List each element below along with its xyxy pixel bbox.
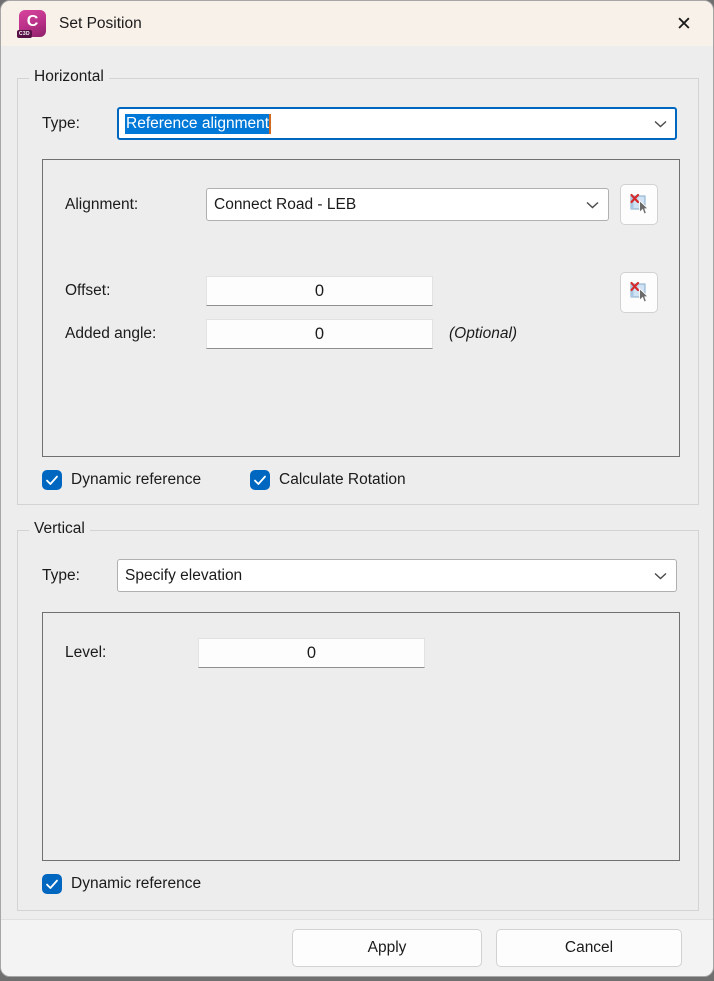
horizontal-group: Horizontal Type: Reference alignment Ali… xyxy=(17,78,699,505)
calculate-rotation-checkbox[interactable]: Calculate Rotation xyxy=(250,470,406,490)
chevron-down-icon xyxy=(586,201,599,209)
close-icon[interactable]: ✕ xyxy=(669,9,699,39)
level-label: Level: xyxy=(65,638,106,668)
vertical-type-combobox[interactable]: Specify elevation xyxy=(117,559,677,592)
checkbox-checked-icon xyxy=(250,470,270,490)
vertical-type-label: Type: xyxy=(42,559,80,592)
horizontal-type-label: Type: xyxy=(42,107,80,140)
set-position-dialog: C C3D Set Position ✕ Horizontal Type: Re… xyxy=(0,0,714,977)
offset-label: Offset: xyxy=(65,276,110,306)
added-angle-label: Added angle: xyxy=(65,319,156,349)
alignment-pick-button[interactable] xyxy=(620,184,658,225)
vertical-dynamic-reference-checkbox[interactable]: Dynamic reference xyxy=(42,874,201,894)
horizontal-panel: Alignment: Connect Road - LEB Offset: xyxy=(42,159,680,457)
alignment-combobox[interactable]: Connect Road - LEB xyxy=(206,188,609,221)
horizontal-dynamic-reference-checkbox[interactable]: Dynamic reference xyxy=(42,470,201,490)
app-icon-letter: C xyxy=(27,14,39,30)
offset-input[interactable] xyxy=(206,276,433,306)
pick-in-drawing-icon xyxy=(628,281,650,305)
civil3d-app-icon: C C3D xyxy=(19,10,46,37)
vertical-type-value: Specify elevation xyxy=(125,567,242,585)
checkbox-checked-icon xyxy=(42,874,62,894)
footer-button-bar: Apply Cancel xyxy=(1,919,713,976)
cancel-button[interactable]: Cancel xyxy=(496,929,682,967)
pick-in-drawing-icon xyxy=(628,193,650,217)
added-angle-input[interactable] xyxy=(206,319,433,349)
alignment-value: Connect Road - LEB xyxy=(214,196,356,214)
optional-note: (Optional) xyxy=(449,319,517,349)
app-icon-badge: C3D xyxy=(17,30,32,38)
checkbox-checked-icon xyxy=(42,470,62,490)
chevron-down-icon xyxy=(654,120,667,128)
chevron-down-icon xyxy=(654,572,667,580)
horizontal-type-combobox[interactable]: Reference alignment xyxy=(117,107,677,140)
horizontal-group-label: Horizontal xyxy=(29,68,109,86)
alignment-label: Alignment: xyxy=(65,188,138,221)
vertical-group: Vertical Type: Specify elevation Level: … xyxy=(17,530,699,911)
text-caret xyxy=(269,114,271,134)
checkbox-label: Dynamic reference xyxy=(71,875,201,893)
horizontal-type-value: Reference alignment xyxy=(125,114,269,134)
checkbox-label: Dynamic reference xyxy=(71,471,201,489)
level-input[interactable] xyxy=(198,638,425,668)
apply-button[interactable]: Apply xyxy=(292,929,482,967)
dialog-title: Set Position xyxy=(59,15,142,33)
vertical-group-label: Vertical xyxy=(29,520,90,538)
checkbox-label: Calculate Rotation xyxy=(279,471,406,489)
vertical-panel: Level: xyxy=(42,612,680,861)
title-bar: C C3D Set Position ✕ xyxy=(1,1,713,46)
offset-pick-button[interactable] xyxy=(620,272,658,313)
